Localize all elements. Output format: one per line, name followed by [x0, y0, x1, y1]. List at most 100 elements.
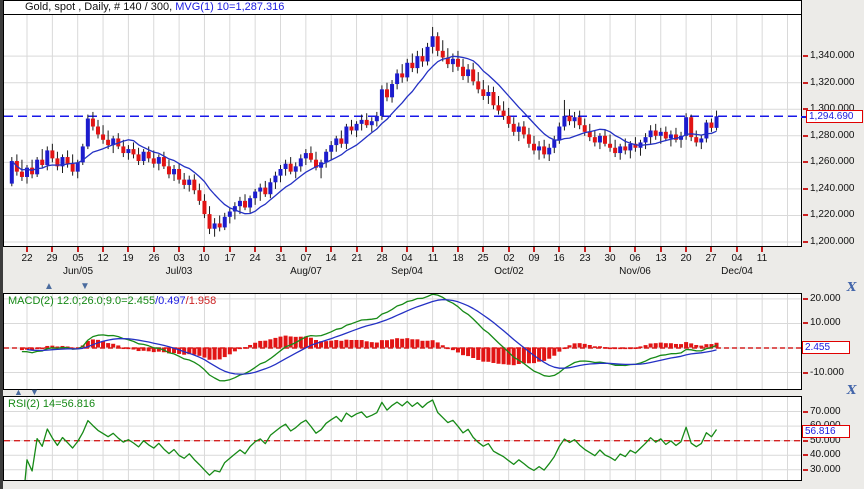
- x-axis-day-label: 06: [629, 253, 641, 264]
- macd-axis-label: 20.000: [810, 293, 841, 304]
- y-axis-tick: [803, 161, 808, 163]
- x-axis-day-label: 11: [427, 253, 439, 264]
- x-axis-day-label: 18: [452, 253, 464, 264]
- collapse-up-icon[interactable]: ▲: [44, 282, 54, 292]
- candlestick-series: [9, 26, 719, 237]
- instrument-title: Gold, spot , Daily, # 140 / 300,: [25, 1, 173, 13]
- collapse-down-icon[interactable]: ▼: [80, 282, 90, 292]
- x-axis-day-label: 31: [275, 253, 287, 264]
- close-macd-panel-button[interactable]: X: [847, 281, 856, 293]
- last-price-box: 1,294.690: [806, 110, 863, 123]
- x-axis-tick: [432, 247, 434, 252]
- rsi-axis-tick: [803, 469, 808, 471]
- rsi-label-text: RSI(2) 14=56.816: [8, 398, 96, 410]
- y-axis-label: 1,280.000: [810, 130, 855, 141]
- collapse-down-icon[interactable]: ▼: [30, 387, 39, 397]
- x-axis-tick: [102, 247, 104, 252]
- x-axis-tick: [77, 247, 79, 252]
- x-axis-day-label: 07: [300, 253, 312, 264]
- macd-line: [21, 294, 717, 382]
- x-axis-tick: [356, 247, 358, 252]
- x-axis-day-label: 05: [72, 253, 84, 264]
- x-axis-day-label: 03: [173, 253, 185, 264]
- y-axis-tick: [803, 188, 808, 190]
- x-axis-day-label: 02: [503, 253, 515, 264]
- x-axis-day-label: 17: [224, 253, 236, 264]
- rsi-chart[interactable]: [4, 397, 801, 480]
- rsi-axis-label: 40.000: [810, 449, 841, 460]
- rsi-axis-label: 30.000: [810, 464, 841, 475]
- rsi-axis-tick: [803, 411, 808, 413]
- x-axis-day-label: 13: [655, 253, 667, 264]
- y-axis-label: 1,220.000: [810, 209, 855, 220]
- vertical-gridlines: [26, 397, 788, 480]
- x-axis-tick: [508, 247, 510, 252]
- candlestick-chart[interactable]: [4, 15, 801, 246]
- y-axis-label: 1,340.000: [810, 50, 855, 61]
- chart-window: Gold, spot , Daily, # 140 / 300, MVG(1) …: [0, 0, 864, 489]
- y-axis-tick: [803, 241, 808, 243]
- x-axis-tick: [685, 247, 687, 252]
- close-rsi-panel-button[interactable]: X: [847, 384, 856, 396]
- x-axis-day-label: 11: [756, 253, 768, 264]
- x-axis-day-label: 04: [731, 253, 743, 264]
- x-axis-month-label: Dec/04: [721, 266, 753, 277]
- x-axis-day-label: 22: [21, 253, 33, 264]
- x-axis-tick: [558, 247, 560, 252]
- macd-axis-tick: [803, 372, 808, 374]
- x-axis-month-label: Nov/06: [619, 266, 651, 277]
- rsi-label: RSI(2) 14=56.816: [8, 398, 95, 410]
- x-axis-day-label: 25: [477, 253, 489, 264]
- x-axis-day-label: 14: [325, 253, 337, 264]
- x-axis-day-label: 12: [97, 253, 109, 264]
- y-axis-tick: [803, 135, 808, 137]
- x-axis-month-label: Aug/07: [290, 266, 322, 277]
- x-axis-tick: [710, 247, 712, 252]
- macd-chart[interactable]: [4, 294, 801, 389]
- rsi-axis-tick: [803, 454, 808, 456]
- main-chart-panel: Gold, spot , Daily, # 140 / 300, MVG(1) …: [3, 0, 802, 247]
- x-axis-day-label: 30: [604, 253, 616, 264]
- x-axis-day-label: 21: [351, 253, 363, 264]
- x-axis-day-label: 28: [376, 253, 388, 264]
- vertical-gridlines: [26, 15, 788, 246]
- x-axis-month-label: Sep/04: [391, 266, 423, 277]
- y-axis-label: 1,200.000: [810, 236, 855, 247]
- x-axis-tick: [482, 247, 484, 252]
- macd-axis-tick: [803, 298, 808, 300]
- x-axis-day-label: 29: [46, 253, 58, 264]
- x-axis-day-label: 23: [579, 253, 591, 264]
- x-axis-tick: [584, 247, 586, 252]
- x-axis-tick: [280, 247, 282, 252]
- x-axis-tick: [330, 247, 332, 252]
- x-axis-day-label: 04: [401, 253, 413, 264]
- macd-panel: MACD(2) 12.0;26.0;9.0=2.455/0.497/1.958: [3, 293, 802, 390]
- x-axis-day-label: 10: [198, 253, 210, 264]
- x-axis-tick: [406, 247, 408, 252]
- x-axis-tick: [26, 247, 28, 252]
- y-axis-tick: [803, 214, 808, 216]
- y-axis-tick: [803, 82, 808, 84]
- mvg-indicator-label: MVG(1) 10=1,287.316: [175, 1, 285, 13]
- x-axis-tick: [533, 247, 535, 252]
- rsi-panel: RSI(2) 14=56.816: [3, 396, 802, 481]
- x-axis-tick: [736, 247, 738, 252]
- x-axis-month-label: Jul/03: [165, 266, 193, 277]
- x-axis-tick: [127, 247, 129, 252]
- moving-average-line: [11, 55, 717, 215]
- x-axis-tick: [381, 247, 383, 252]
- horizontal-gridlines: [4, 298, 801, 374]
- x-axis-tick: [153, 247, 155, 252]
- rsi-value-box: 56.816: [802, 425, 850, 438]
- rsi-axis-label: 70.000: [810, 406, 841, 417]
- right-axis-gutter: 1,340.000 1,320.000 1,300.000 1,280.000 1,26…: [802, 0, 864, 489]
- main-chart-title-bar: Gold, spot , Daily, # 140 / 300, MVG(1) …: [4, 1, 801, 15]
- collapse-up-icon[interactable]: ▲: [14, 387, 23, 397]
- x-axis-tick: [660, 247, 662, 252]
- x-axis-tick: [178, 247, 180, 252]
- x-axis-tick: [634, 247, 636, 252]
- x-axis-month-label: Jun/05: [62, 266, 94, 277]
- x-axis-tick: [761, 247, 763, 252]
- macd-label-hist: /1.958: [185, 295, 217, 307]
- macd-axis-label: -10.000: [810, 367, 844, 378]
